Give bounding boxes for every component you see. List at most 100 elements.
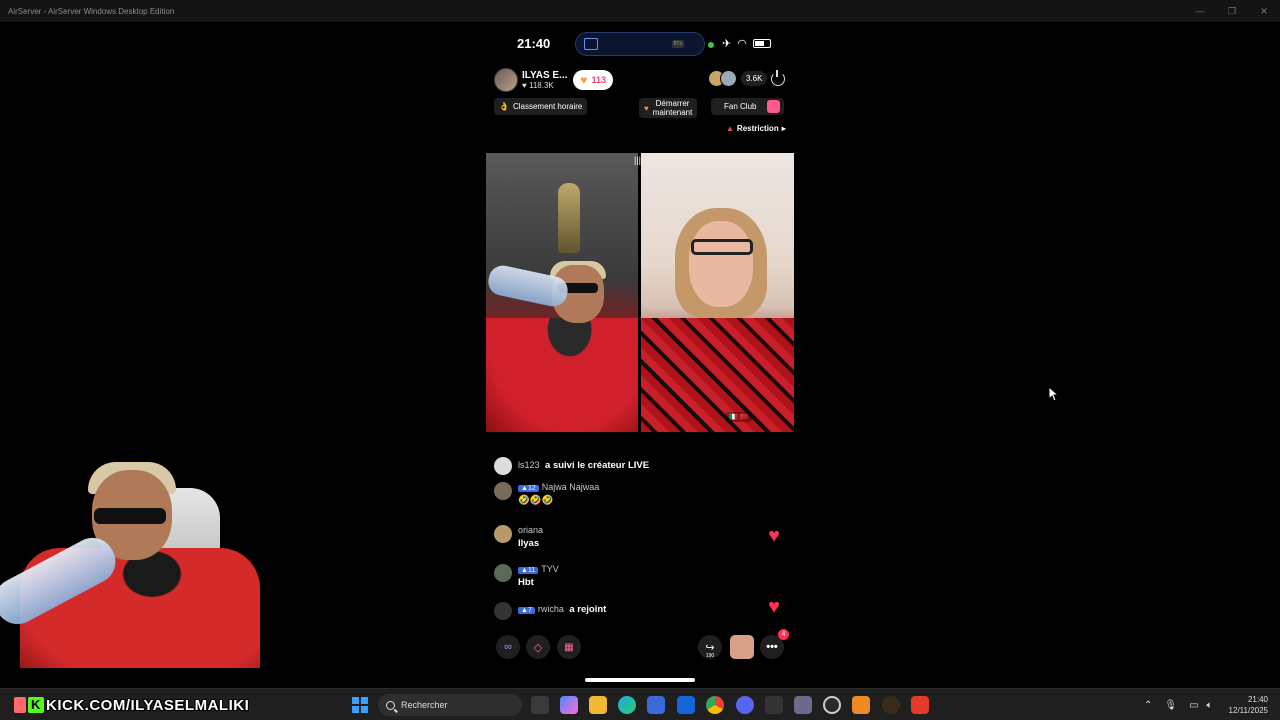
chat-username[interactable]: oriana (518, 525, 543, 535)
share-count: 190 (705, 653, 715, 659)
viewer-count[interactable]: 3.6K (741, 71, 768, 86)
live-split-video[interactable]: 🇮🇹 🇲🇦 ||| (486, 153, 794, 432)
host-name: ILYAS E... (522, 70, 568, 81)
kick-banner: K KICK.COM/ILYASELMALIKI (14, 695, 249, 715)
chat-username[interactable]: Najwa Najwaa (542, 482, 600, 492)
chat-text: a suivi le créateur LIVE (545, 460, 650, 471)
viewer-list[interactable]: 3.6K (708, 70, 768, 87)
chat-avatar[interactable] (494, 564, 512, 582)
file-explorer-icon[interactable] (589, 696, 607, 714)
chat-avatar[interactable] (494, 457, 512, 475)
chat-text: Ilyas (518, 538, 540, 549)
guest-glasses (691, 239, 753, 255)
link-icon[interactable]: ∞ (496, 635, 520, 659)
chat-avatar[interactable] (494, 525, 512, 543)
gift-button[interactable] (730, 635, 754, 659)
copilot-icon[interactable] (560, 696, 578, 714)
screen-mirror-icon (584, 38, 598, 50)
maximize-button[interactable]: ❐ (1216, 0, 1248, 22)
red-jacket (486, 318, 638, 432)
hourly-ranking-chip[interactable]: 👌 Classement horaire (494, 98, 588, 115)
taskbar-search[interactable]: Rechercher (378, 694, 522, 716)
chat-avatar[interactable] (494, 602, 512, 620)
wifi-icon: ◠ (737, 38, 747, 50)
vlc-icon[interactable] (852, 696, 870, 714)
search-icon (386, 700, 395, 710)
host-likes: ♥ 118.3K (522, 81, 554, 90)
start-now-chip[interactable]: ♥ Démarrer maintenant (639, 98, 698, 118)
chrome-icon[interactable] (706, 696, 724, 714)
game-launcher-icon[interactable] (882, 696, 900, 714)
phone-time: 21:40 (517, 36, 551, 51)
plaid-shirt (641, 318, 794, 432)
search-placeholder: Rechercher (401, 700, 448, 710)
streamer-sunglasses (94, 508, 166, 524)
fire-icon: ♥ (644, 103, 649, 113)
display-icon[interactable]: ▭ (1189, 700, 1198, 711)
chat-avatar[interactable] (494, 482, 512, 500)
follow-button[interactable]: ♥ 113 (573, 70, 614, 90)
chat-username[interactable]: rwicha (538, 604, 564, 614)
airserver-icon[interactable] (911, 696, 929, 714)
level-badge: ▲12 (518, 485, 539, 492)
share-button[interactable]: ↪ 190 (698, 635, 722, 659)
split-handle-icon[interactable]: ||| (634, 155, 641, 165)
heart-reaction-icon: ♥ (768, 596, 780, 618)
dynamic-island: 8Tx (575, 32, 714, 56)
volume-icon[interactable]: 🔈︎ (1207, 700, 1213, 711)
taskbar-clock[interactable]: 21:40 12/11/2025 (1222, 694, 1268, 716)
notification-badge: 4 (778, 629, 789, 640)
gamepad-icon[interactable] (794, 696, 812, 714)
restriction-label: Restriction (736, 124, 779, 133)
chat-text: Hbt (518, 577, 534, 588)
level-number: 11 (527, 567, 536, 574)
close-button[interactable]: ✕ (1248, 0, 1280, 22)
task-view-icon[interactable] (531, 696, 549, 714)
chevron-right-icon: ▸ (781, 124, 786, 133)
figurine-decoration (558, 183, 580, 253)
host-avatar[interactable] (494, 68, 518, 92)
restriction-link[interactable]: ▲ Restriction ▸ (726, 124, 786, 133)
follow-count: 113 (591, 75, 607, 85)
level-badge: ▲7 (518, 607, 535, 614)
tray-chevron-icon[interactable]: ⌃ (1144, 700, 1152, 711)
guest-face (689, 221, 753, 307)
chat-username[interactable]: TYV (541, 564, 559, 574)
apps-icon[interactable]: ▦ (557, 635, 581, 659)
app-icon[interactable] (765, 696, 783, 714)
bottom-toolbar: ∞ ◇ ▦ ↪ 190 ••• 4 (486, 629, 794, 665)
store-icon[interactable] (647, 696, 665, 714)
mirrored-phone-screen: 21:40 8Tx ✈ ◠ ILYAS E... ♥ 118.3K ♥ 113 … (486, 22, 794, 688)
webcam-overlay (0, 458, 262, 668)
power-icon[interactable] (771, 70, 785, 86)
outlook-icon[interactable] (677, 696, 695, 714)
level-badge: ▲11 (518, 567, 539, 574)
fan-club-chip[interactable]: Fan Club (711, 98, 785, 115)
match-icon[interactable]: ◇ (526, 635, 550, 659)
chat-username[interactable]: ls123 (518, 460, 540, 470)
edge-icon[interactable] (618, 696, 636, 714)
fan-club-label: Fan Club (724, 102, 757, 111)
kick-url: KICK.COM/ILYASELMALIKI (46, 696, 250, 714)
gift-icon (767, 100, 781, 113)
battery-icon (752, 39, 771, 48)
dynamic-island-label: 8Tx (671, 40, 684, 48)
windows-taskbar: K KICK.COM/ILYASELMALIKI Rechercher ⌃ 🎙︎… (0, 688, 1280, 720)
microphone-icon[interactable]: 🎙︎ (1164, 700, 1177, 711)
windows-start-icon[interactable] (352, 697, 368, 713)
home-indicator[interactable] (585, 678, 695, 682)
discord-icon[interactable] (736, 696, 754, 714)
chat-text: 🤣🤣🤣 (518, 495, 554, 506)
airplane-icon: ✈ (722, 38, 732, 50)
obs-icon[interactable] (823, 696, 841, 714)
level-number: 12 (527, 485, 536, 492)
system-tray: ⌃ 🎙︎ ▭ 🔈︎ (1144, 689, 1213, 720)
window-titlebar: AirServer - AirServer Windows Desktop Ed… (0, 0, 1280, 22)
hourly-ranking-label: Classement horaire (512, 102, 583, 111)
minimize-button[interactable]: — (1184, 0, 1216, 22)
heart-reaction-icon: ♥ (768, 525, 780, 547)
guest-video-feed[interactable]: 🇮🇹 🇲🇦 (641, 153, 794, 432)
host-info[interactable]: ILYAS E... ♥ 118.3K ♥ 113 (494, 68, 614, 92)
host-video-feed[interactable] (486, 153, 638, 432)
viewer-avatar[interactable] (720, 70, 737, 87)
